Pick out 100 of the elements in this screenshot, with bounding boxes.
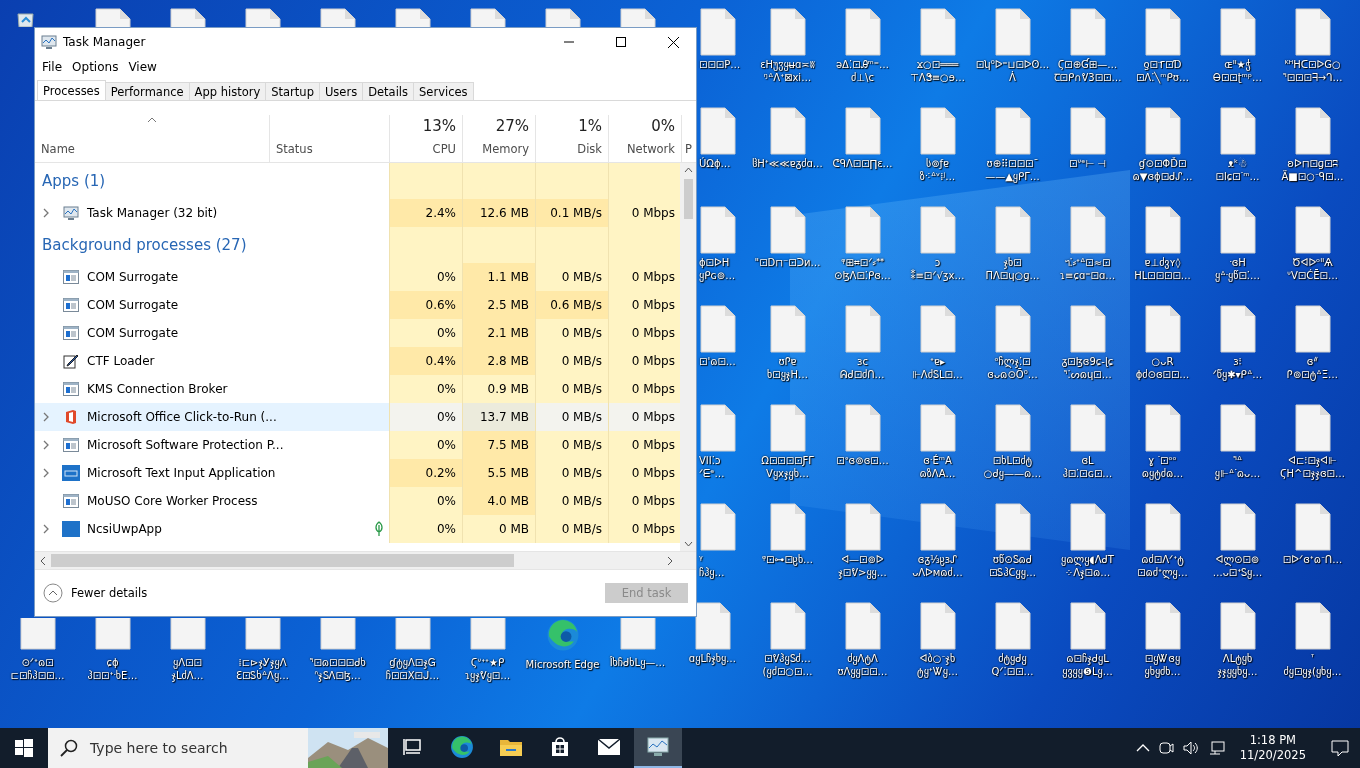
file-icon[interactable] [243,8,282,27]
file-icon[interactable] [1293,8,1332,56]
file-icon[interactable] [1143,503,1182,551]
file-icon[interactable] [1293,206,1332,254]
file-icon[interactable] [993,305,1032,353]
file-icon[interactable] [318,8,357,27]
file-icon[interactable] [768,503,807,551]
file-icon[interactable] [1143,8,1182,56]
camera-icon[interactable] [1157,740,1174,756]
file-icon[interactable] [993,107,1032,155]
tab[interactable]: Details [362,82,415,100]
tab[interactable]: Startup [265,82,320,100]
horizontal-scrollbar[interactable] [35,551,696,569]
file-icon[interactable] [1143,404,1182,452]
file-icon[interactable] [768,305,807,353]
process-row[interactable]: COM Surrogate [35,291,389,319]
scroll-thumb[interactable] [51,554,514,567]
file-icon[interactable] [1143,107,1182,155]
file-icon[interactable] [918,107,957,155]
file-icon[interactable] [768,404,807,452]
file-icon[interactable] [843,503,882,551]
taskbar-app[interactable] [634,728,682,768]
scroll-thumb[interactable] [683,179,693,219]
search-field[interactable]: Type here to search [48,728,388,768]
column-header[interactable]: P [681,115,698,162]
file-icon[interactable] [918,602,957,650]
file-icon[interactable] [1293,107,1332,155]
file-icon[interactable] [1143,305,1182,353]
file-icon[interactable] [618,8,657,27]
process-row[interactable]: COM Surrogate [35,319,389,347]
process-row[interactable]: NcsiUwpApp [35,515,389,543]
column-header[interactable]: 27% Memory [462,115,535,162]
file-icon[interactable] [18,618,57,650]
process-row[interactable]: Microsoft Text Input Application [35,459,389,487]
file-icon[interactable] [843,602,882,650]
chevron-icon[interactable] [42,440,50,450]
file-icon[interactable] [768,206,807,254]
menu-item[interactable]: File [37,60,68,74]
file-icon[interactable] [1068,206,1107,254]
clock[interactable]: 1:18 PM 11/20/2025 [1233,733,1312,763]
file-icon[interactable] [1068,8,1107,56]
file-icon[interactable] [918,503,957,551]
file-icon[interactable] [1218,305,1257,353]
column-header[interactable]: Name [35,115,269,162]
file-icon[interactable] [1218,404,1257,452]
file-icon[interactable] [1143,602,1182,650]
file-icon[interactable] [468,8,507,27]
file-icon[interactable] [843,305,882,353]
file-icon[interactable] [1293,305,1332,353]
file-icon[interactable] [1068,107,1107,155]
tab[interactable]: Processes [37,80,106,100]
process-row[interactable]: Microsoft Software Protection P... [35,431,389,459]
file-icon[interactable] [918,305,957,353]
file-icon[interactable] [699,305,737,353]
chevron-icon[interactable] [42,412,50,422]
file-icon[interactable] [768,107,807,155]
file-icon[interactable] [1218,107,1257,155]
file-icon[interactable] [543,8,582,27]
file-icon[interactable] [1068,404,1107,452]
file-icon[interactable] [1293,503,1332,551]
process-row[interactable]: Task Manager (32 bit) [35,199,389,227]
column-header[interactable]: 0% Network [608,115,681,162]
file-icon[interactable] [843,8,882,56]
tab[interactable]: Services [413,82,474,100]
file-icon[interactable] [1068,503,1107,551]
file-icon[interactable] [699,503,737,551]
file-icon[interactable] [699,107,737,155]
chevron-icon[interactable] [42,208,50,218]
file-icon[interactable] [1218,8,1257,56]
file-icon[interactable] [918,8,957,56]
menu-item[interactable]: Options [67,60,124,74]
file-icon[interactable] [768,8,807,56]
process-row[interactable]: COM Surrogate [35,263,389,291]
column-header[interactable]: 1% Disk [535,115,608,162]
file-icon[interactable] [699,404,737,452]
file-icon[interactable] [993,503,1032,551]
process-row[interactable]: KMS Connection Broker [35,375,389,403]
file-icon[interactable] [1068,602,1107,650]
tab[interactable]: Performance [104,82,190,100]
file-icon[interactable] [843,404,882,452]
network-icon[interactable] [1207,740,1226,756]
volume-icon[interactable] [1181,740,1200,756]
vertical-scrollbar[interactable] [680,163,696,551]
column-header[interactable]: Status [269,115,389,162]
process-row[interactable]: MoUSO Core Worker Process [35,487,389,515]
file-icon[interactable] [993,404,1032,452]
file-icon[interactable] [168,8,207,27]
file-icon[interactable] [1218,602,1257,650]
file-icon[interactable] [993,8,1032,56]
chevron-up-icon[interactable] [1135,743,1150,753]
file-icon[interactable] [1068,305,1107,353]
file-icon[interactable] [699,8,737,56]
file-icon[interactable] [1143,206,1182,254]
file-icon[interactable] [1293,404,1332,452]
process-row[interactable]: Microsoft Office Click-to-Run (... [35,403,389,431]
edge-icon[interactable] [450,735,474,759]
file-icon[interactable] [993,206,1032,254]
file-icon[interactable] [918,404,957,452]
file-icon[interactable] [1293,602,1332,650]
file-icon[interactable] [393,8,432,27]
